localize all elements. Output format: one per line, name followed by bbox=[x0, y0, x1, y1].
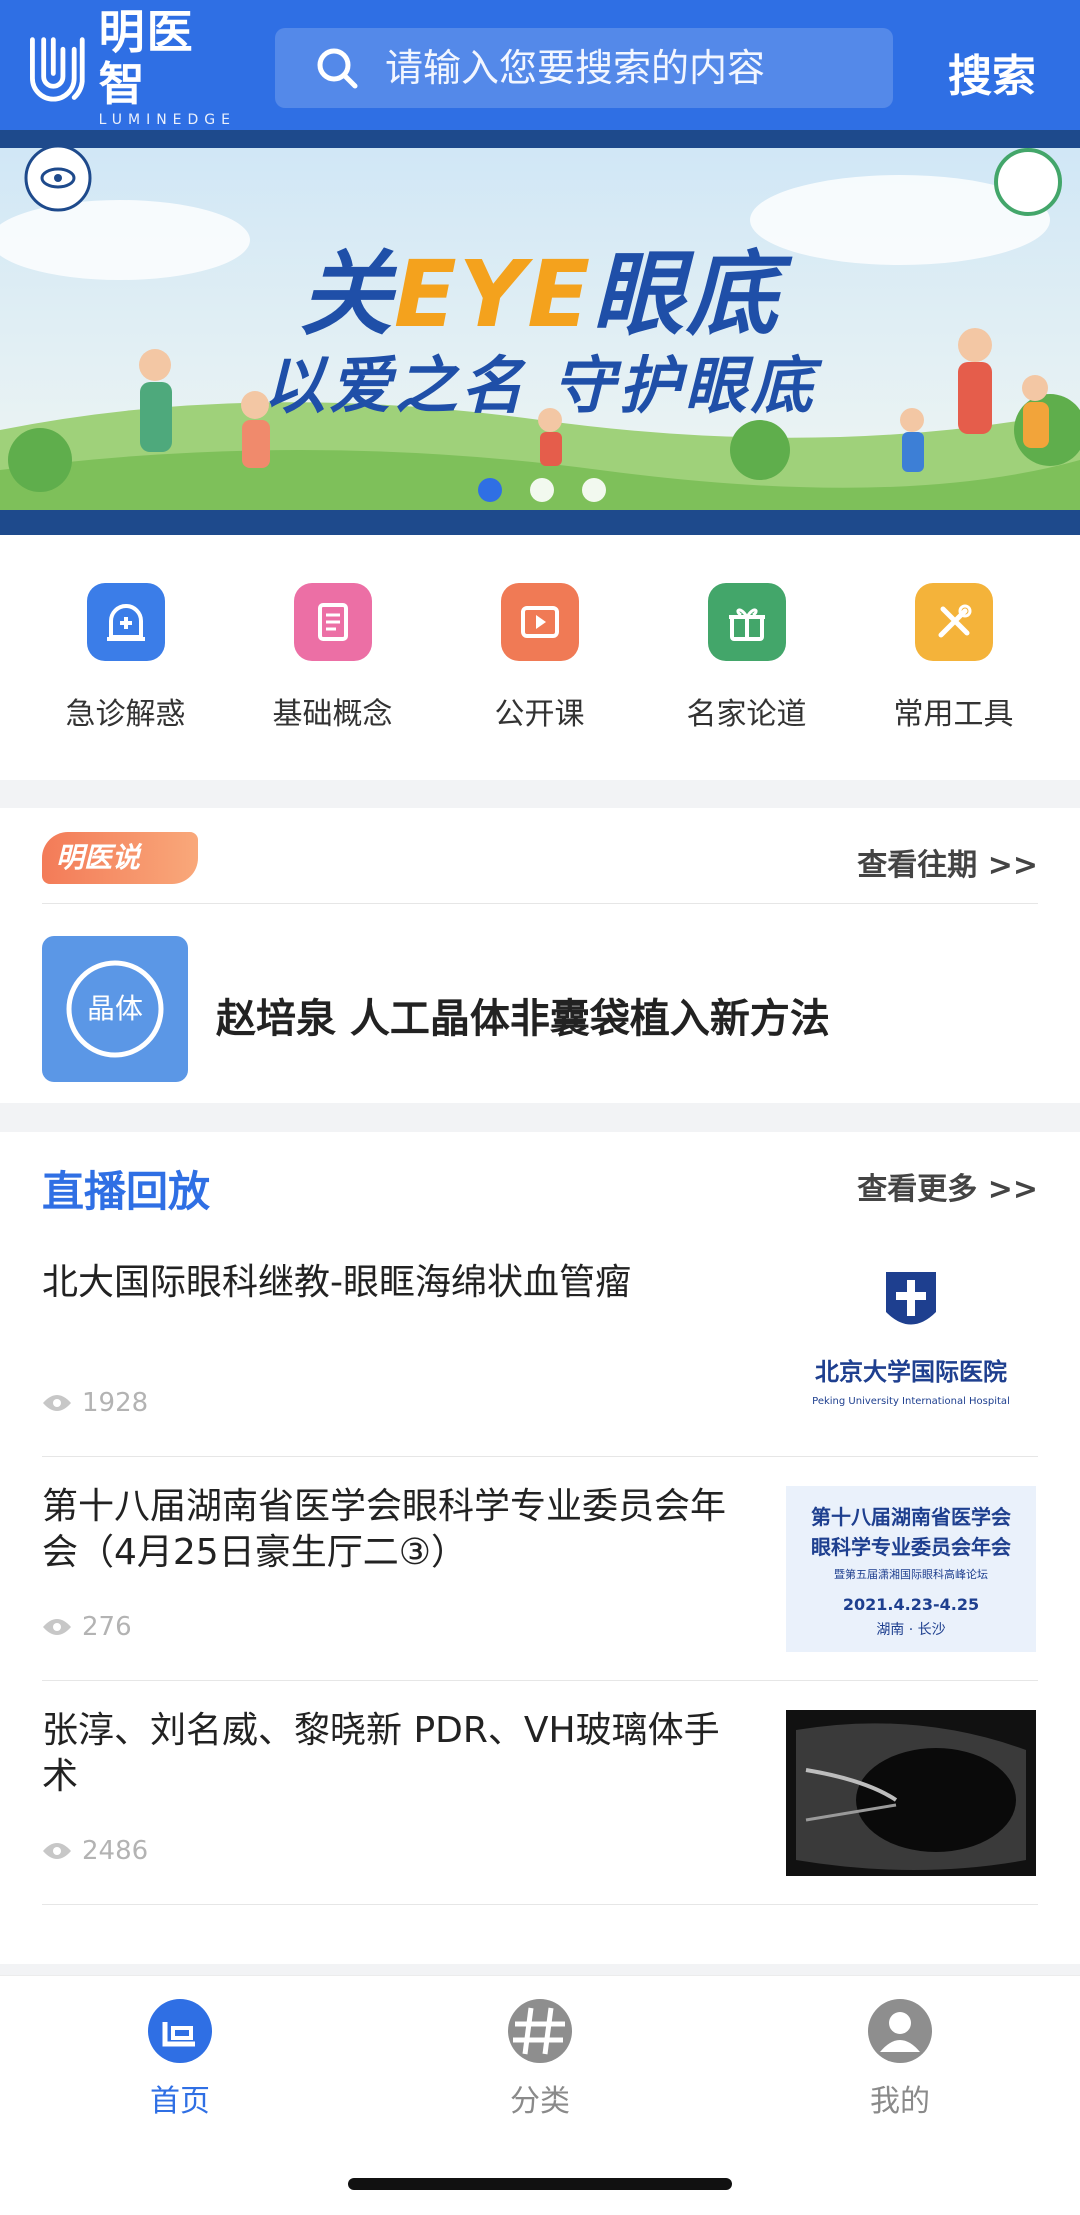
carousel-indicator[interactable] bbox=[478, 478, 606, 502]
logo-mark-icon bbox=[30, 37, 85, 102]
tab-home[interactable]: 首页 bbox=[100, 1998, 260, 2120]
emergency-icon bbox=[86, 583, 165, 661]
quick-nav-label: 公开课 bbox=[494, 697, 585, 732]
carousel-dot[interactable] bbox=[478, 478, 502, 502]
view-count: 276 bbox=[42, 1612, 132, 1642]
quick-nav-tools[interactable]: 常用工具 bbox=[850, 535, 1057, 780]
mingyishuo-thumbnail[interactable]: 晶体 bbox=[42, 936, 188, 1082]
list-item-thumbnail: 第十八届湖南省医学会 眼科学专业委员会年会 暨第五届潇湘国际眼科高峰论坛 202… bbox=[786, 1486, 1036, 1652]
quick-nav: 急诊解惑 基础概念 公开课 名家论道 常用工具 bbox=[0, 535, 1080, 780]
carousel-dot[interactable] bbox=[582, 478, 606, 502]
quick-nav-label: 常用工具 bbox=[893, 697, 1014, 732]
banner-subtitle: 以爱之名 守护眼底 bbox=[263, 349, 817, 422]
search-box[interactable] bbox=[275, 28, 893, 108]
tools-icon bbox=[914, 583, 993, 661]
svg-text:北京大学国际医院: 北京大学国际医院 bbox=[815, 1358, 1007, 1386]
video-icon bbox=[500, 583, 579, 661]
quick-nav-label: 基础概念 bbox=[272, 697, 393, 732]
svg-text:湖南 · 长沙: 湖南 · 长沙 bbox=[876, 1622, 945, 1638]
eye-icon bbox=[43, 1395, 71, 1411]
quick-nav-emergency[interactable]: 急诊解惑 bbox=[22, 535, 229, 780]
promo-banner[interactable]: 关EYE眼底 以爱之名 守护眼底 bbox=[0, 130, 1080, 535]
tab-category[interactable]: 分类 bbox=[460, 1998, 620, 2120]
logo-title: 明医智 bbox=[98, 5, 195, 111]
live-replay-section: 直播回放 查看更多 >> 北大国际眼科继教-眼眶海绵状血管瘤 1928 北京大学… bbox=[0, 1132, 1080, 1964]
app-logo[interactable]: 明医智 LUMINEDGE bbox=[26, 6, 236, 128]
divider bbox=[42, 903, 1038, 904]
search-input[interactable] bbox=[385, 46, 865, 90]
svg-text:眼科学专业委员会年会: 眼科学专业委员会年会 bbox=[811, 1535, 1011, 1559]
list-item[interactable]: 张淳、刘名威、黎晓新 PDR、VH玻璃体手术 2486 bbox=[0, 1680, 1080, 1904]
logo-subtitle: LUMINEDGE bbox=[98, 112, 236, 128]
eye-icon bbox=[43, 1843, 71, 1859]
svg-text:晶体: 晶体 bbox=[87, 992, 143, 1025]
banner-title: 关EYE眼底 bbox=[299, 241, 781, 348]
quick-nav-experts[interactable]: 名家论道 bbox=[643, 535, 850, 780]
svg-text:2021.4.23-4.25: 2021.4.23-4.25 bbox=[843, 1595, 979, 1614]
search-icon bbox=[317, 48, 358, 89]
lens-icon: 晶体 bbox=[66, 960, 164, 1058]
list-item-title: 张淳、刘名威、黎晓新 PDR、VH玻璃体手术 bbox=[42, 1710, 720, 1797]
quick-nav-label: 名家论道 bbox=[686, 697, 807, 732]
eye-icon bbox=[43, 1619, 71, 1635]
section-title: 直播回放 bbox=[42, 1167, 211, 1216]
mingyishuo-badge: 明医说 bbox=[42, 832, 198, 884]
tab-profile[interactable]: 我的 bbox=[820, 1998, 980, 2120]
app-header: 明医智 LUMINEDGE 搜索 bbox=[0, 0, 1080, 130]
quick-nav-basics[interactable]: 基础概念 bbox=[229, 535, 436, 780]
view-count: 2486 bbox=[42, 1836, 148, 1866]
document-icon bbox=[293, 583, 372, 661]
view-count: 1928 bbox=[42, 1388, 148, 1418]
svg-text:Peking University Internationa: Peking University International Hospital bbox=[812, 1396, 1010, 1407]
profile-icon bbox=[868, 1999, 932, 2063]
list-item-thumbnail: 北京大学国际医院 Peking University International… bbox=[786, 1262, 1036, 1428]
quick-nav-label: 急诊解惑 bbox=[65, 697, 186, 732]
list-item-thumbnail bbox=[786, 1710, 1036, 1876]
carousel-dot[interactable] bbox=[530, 478, 554, 502]
mingyishuo-item-title[interactable]: 赵培泉 人工晶体非囊袋植入新方法 bbox=[216, 986, 830, 1044]
divider bbox=[42, 1904, 1038, 1905]
search-button[interactable]: 搜索 bbox=[948, 40, 1036, 104]
list-item-title: 北大国际眼科继教-眼眶海绵状血管瘤 bbox=[42, 1262, 631, 1303]
home-indicator[interactable] bbox=[348, 2178, 732, 2190]
svg-text:暨第五届潇湘国际眼科高峰论坛: 暨第五届潇湘国际眼科高峰论坛 bbox=[834, 1567, 988, 1581]
category-icon bbox=[508, 1999, 572, 2063]
tab-label: 分类 bbox=[510, 2084, 570, 2119]
view-past-link[interactable]: 查看往期 >> bbox=[857, 840, 1038, 884]
list-item[interactable]: 第十八届湖南省医学会眼科学专业委员会年会（4月25日豪生厅二③） 276 第十八… bbox=[0, 1456, 1080, 1680]
home-icon bbox=[148, 1999, 212, 2063]
list-item-title: 第十八届湖南省医学会眼科学专业委员会年会（4月25日豪生厅二③） bbox=[42, 1486, 727, 1573]
svg-text:第十八届湖南省医学会: 第十八届湖南省医学会 bbox=[811, 1505, 1011, 1529]
tab-label: 我的 bbox=[870, 2084, 930, 2119]
gift-box-icon bbox=[707, 583, 786, 661]
quick-nav-open-course[interactable]: 公开课 bbox=[436, 535, 643, 780]
list-item[interactable]: 北大国际眼科继教-眼眶海绵状血管瘤 1928 北京大学国际医院 Peking U… bbox=[0, 1232, 1080, 1456]
tab-label: 首页 bbox=[150, 2084, 210, 2119]
view-more-link[interactable]: 查看更多 >> bbox=[857, 1164, 1038, 1208]
mingyishuo-section: 明医说 查看往期 >> 晶体 赵培泉 人工晶体非囊袋植入新方法 bbox=[0, 808, 1080, 1103]
